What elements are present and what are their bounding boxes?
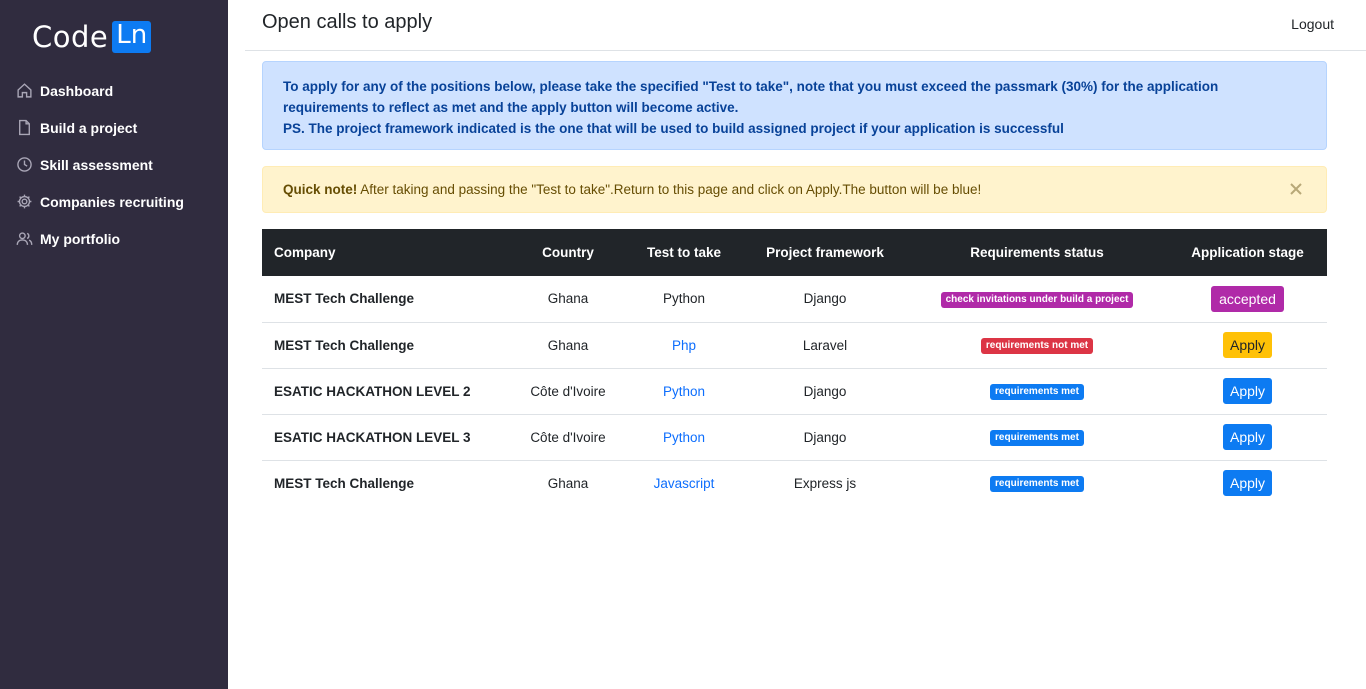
top-header: Open calls to apply Logout [245, 0, 1366, 51]
info-alert: To apply for any of the positions below,… [262, 61, 1327, 150]
sidebar-nav: Dashboard Build a project Skill assessme… [0, 72, 228, 257]
company-cell: ESATIC HACKATHON LEVEL 3 [274, 429, 471, 445]
stage-cell: Apply [1168, 368, 1327, 414]
apply-button[interactable]: Apply [1222, 424, 1273, 450]
page-title: Open calls to apply [262, 11, 433, 33]
country-cell: Ghana [547, 475, 589, 491]
header-country: Country [542, 245, 594, 260]
test-cell: Php [624, 322, 744, 368]
country-cell: Côte d'Ivoire [530, 429, 606, 445]
company-cell: ESATIC HACKATHON LEVEL 2 [274, 383, 471, 399]
status-cell: requirements met [906, 368, 1168, 414]
test-cell: Javascript [624, 460, 744, 506]
table-row: ESATIC HACKATHON LEVEL 3 Côte d'Ivoire P… [262, 414, 1327, 460]
info-alert-line1: To apply for any of the positions below,… [283, 79, 1219, 115]
test-link[interactable]: Php [672, 338, 696, 353]
info-alert-line2: PS. The project framework indicated is t… [283, 121, 1064, 136]
apply-button[interactable]: Apply [1222, 470, 1273, 497]
clock-icon [17, 157, 32, 172]
sidebar-item-label: Companies recruiting [40, 193, 184, 210]
sidebar-item-skill-assessment[interactable]: Skill assessment [0, 146, 228, 183]
sidebar-item-label: Build a project [40, 119, 138, 136]
apply-button[interactable]: Apply [1222, 378, 1273, 404]
sidebar-item-dashboard[interactable]: Dashboard [0, 72, 228, 109]
test-cell: Python [662, 291, 706, 307]
close-icon[interactable] [1288, 181, 1304, 197]
quick-note-text: After taking and passing the "Test to ta… [357, 182, 982, 197]
header-test-to-take: Test to take [646, 245, 722, 260]
status-cell: requirements met [906, 414, 1168, 460]
status-badge[interactable]: check invitations under build a project [940, 291, 1134, 308]
open-calls-table: Company Country Test to take Project fra… [262, 229, 1327, 506]
header-requirements-status: Requirements status [970, 245, 1104, 260]
header-application-stage: Application stage [1191, 245, 1304, 260]
quick-note-alert: Quick note! After taking and passing the… [262, 166, 1327, 213]
header-project-framework: Project framework [766, 245, 884, 260]
sidebar-item-label: Dashboard [40, 82, 114, 99]
country-cell: Côte d'Ivoire [530, 383, 606, 399]
logo-code-text: Code [32, 19, 109, 54]
status-cell: check invitations under build a project [906, 276, 1168, 322]
framework-cell: Django [803, 383, 847, 399]
gear-icon [17, 194, 32, 209]
test-link[interactable]: Javascript [654, 476, 715, 491]
sidebar-item-companies-recruiting[interactable]: Companies recruiting [0, 183, 228, 220]
accepted-button[interactable]: accepted [1211, 285, 1284, 312]
sidebar-item-label: My portfolio [40, 230, 121, 247]
framework-cell: Django [803, 291, 847, 307]
status-cell: requirements met [906, 460, 1168, 506]
framework-cell: Laravel [802, 337, 848, 353]
quick-note-label: Quick note! [283, 182, 358, 197]
status-badge: requirements not met [980, 338, 1094, 354]
table-header-row: Company Country Test to take Project fra… [262, 229, 1327, 276]
table-row: MEST Tech Challenge Ghana Php Laravel re… [262, 322, 1327, 368]
stage-cell: Apply [1168, 460, 1327, 506]
company-cell: MEST Tech Challenge [274, 291, 415, 307]
status-badge: requirements met [990, 430, 1084, 446]
table-row: MEST Tech Challenge Ghana Javascript Exp… [262, 460, 1327, 506]
status-badge: requirements met [990, 384, 1084, 400]
framework-cell: Django [803, 429, 847, 445]
status-badge: requirements met [990, 476, 1084, 493]
table-row: MEST Tech Challenge Ghana Python Django … [262, 276, 1327, 322]
users-icon [16, 232, 33, 245]
framework-cell: Express js [793, 475, 857, 491]
document-icon [19, 119, 30, 136]
test-link[interactable]: Python [663, 430, 705, 445]
test-cell: Python [624, 414, 744, 460]
country-cell: Ghana [547, 337, 589, 353]
table-row: ESATIC HACKATHON LEVEL 2 Côte d'Ivoire P… [262, 368, 1327, 414]
sidebar: Code Ln Dashboard Build a project Skill … [0, 0, 228, 689]
test-link[interactable]: Python [663, 384, 705, 399]
country-cell: Ghana [547, 291, 589, 307]
header-company: Company [274, 245, 336, 260]
logo[interactable]: Code Ln [32, 19, 152, 54]
logo-ln-badge: Ln [112, 21, 152, 53]
logout-link[interactable]: Logout [1291, 16, 1334, 32]
company-cell: MEST Tech Challenge [274, 337, 415, 353]
status-cell: requirements not met [906, 322, 1168, 368]
sidebar-item-my-portfolio[interactable]: My portfolio [0, 220, 228, 257]
stage-cell: Apply [1168, 322, 1327, 368]
stage-cell: Apply [1168, 414, 1327, 460]
sidebar-item-build-project[interactable]: Build a project [0, 109, 228, 146]
stage-cell: accepted [1168, 276, 1327, 322]
apply-button[interactable]: Apply [1222, 332, 1273, 358]
company-cell: MEST Tech Challenge [274, 475, 415, 491]
sidebar-item-label: Skill assessment [40, 156, 153, 173]
test-cell: Python [624, 368, 744, 414]
home-icon [17, 83, 32, 98]
